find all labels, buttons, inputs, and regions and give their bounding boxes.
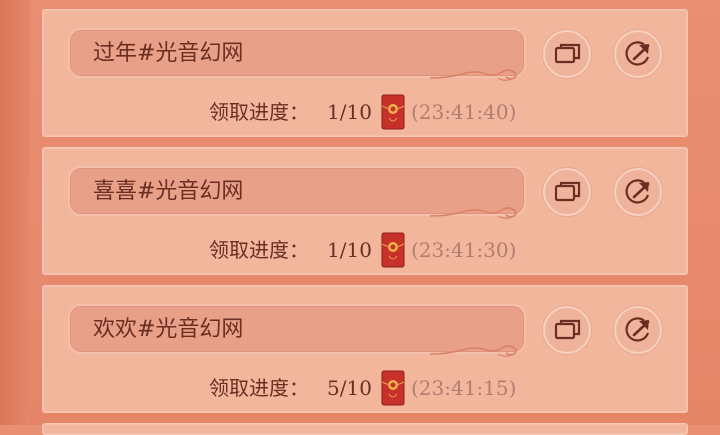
cloud-ornament-icon: [429, 345, 517, 357]
timestamp: (23:41:40): [411, 100, 517, 124]
red-envelope-icon: [381, 232, 405, 268]
share-button[interactable]: [614, 168, 662, 216]
keyword-text: 喜喜#光音幻网: [93, 179, 244, 204]
progress-label: 领取进度：: [209, 100, 309, 124]
share-icon: [625, 317, 650, 342]
keyword-text: 欢欢#光音幻网: [93, 317, 244, 342]
background-strip: [0, 0, 30, 425]
timestamp: (23:41:15): [411, 376, 517, 400]
red-envelope-icon: [381, 370, 405, 406]
redpacket-card: 喜喜#光音幻网 领取进度： 1/10 (23:41:30): [42, 147, 688, 275]
redpacket-card: 欢欢#光音幻网 领取进度： 5/10 (23:41:15): [42, 285, 688, 413]
progress-label: 领取进度：: [209, 376, 309, 400]
keyword-field[interactable]: 喜喜#光音幻网: [68, 166, 526, 219]
keyword-field[interactable]: 欢欢#光音幻网: [68, 304, 526, 357]
cloud-ornament-icon: [429, 207, 517, 219]
keyword-text: 过年#光音幻网: [93, 41, 244, 66]
progress-label: 领取进度：: [209, 238, 309, 262]
keyword-field[interactable]: 过年#光音幻网: [68, 28, 526, 81]
copy-icon: [554, 43, 581, 64]
copy-icon: [554, 181, 581, 202]
share-icon: [625, 179, 650, 204]
share-button[interactable]: [614, 306, 662, 354]
share-icon: [625, 41, 650, 66]
copy-button[interactable]: [543, 30, 591, 78]
copy-icon: [554, 319, 581, 340]
timestamp: (23:41:30): [411, 238, 517, 262]
progress-count: 1/10: [327, 238, 372, 262]
redpacket-card: 过年#光音幻网 领取进度： 1/10 (23:41:40): [42, 9, 688, 137]
progress-count: 1/10: [327, 100, 372, 124]
share-button[interactable]: [614, 30, 662, 78]
copy-button[interactable]: [543, 306, 591, 354]
cloud-ornament-icon: [429, 69, 517, 81]
red-envelope-icon: [381, 94, 405, 130]
copy-button[interactable]: [543, 168, 591, 216]
progress-count: 5/10: [327, 376, 372, 400]
